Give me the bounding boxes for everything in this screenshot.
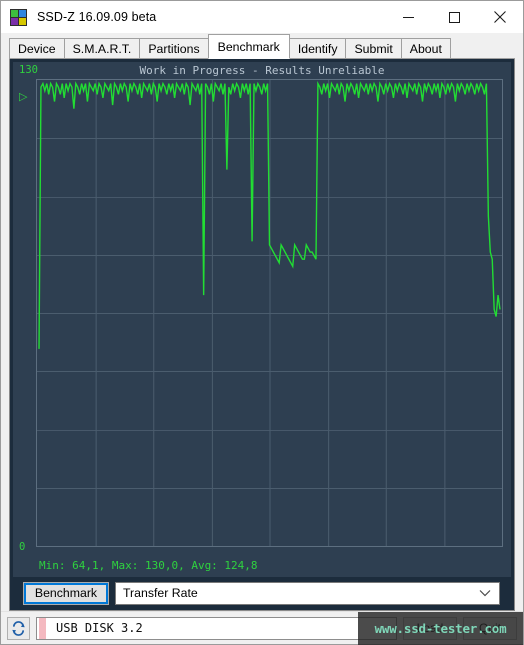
tab-bar: Device S.M.A.R.T. Partitions Benchmark I…	[1, 33, 523, 59]
tab-device[interactable]: Device	[9, 38, 65, 59]
transfer-rate-graph: Work in Progress - Results Unreliable 13…	[13, 62, 511, 577]
ssd-z-logo-icon	[10, 8, 27, 26]
close-icon[interactable]	[477, 1, 523, 33]
tab-identify[interactable]: Identify	[288, 38, 347, 59]
current-position-marker-icon: ▷	[19, 91, 28, 103]
y-axis-max-label: 130	[19, 64, 38, 76]
graph-plot-area	[36, 79, 503, 547]
drive-name-label: USB DISK 3.2	[56, 621, 143, 635]
chevron-down-icon[interactable]	[479, 589, 491, 597]
tab-smart[interactable]: S.M.A.R.T.	[63, 38, 141, 59]
minimize-icon[interactable]	[385, 1, 431, 33]
y-axis-min-label: 0	[19, 541, 26, 553]
refresh-icon[interactable]	[7, 616, 30, 640]
load-button[interactable]: Load	[403, 616, 457, 640]
window-title: SSD-Z 16.09.09 beta	[37, 10, 157, 24]
graph-stats-line: Min: 64,1, Max: 130,0, Avg: 124,8	[39, 559, 258, 572]
ssdz-window: SSD-Z 16.09.09 beta Device S.M.A.R.T. Pa…	[0, 0, 524, 645]
benchmark-controls: Benchmark Transfer Rate	[13, 577, 511, 607]
window-controls	[385, 1, 523, 33]
tab-benchmark[interactable]: Benchmark	[207, 34, 290, 59]
drive-select[interactable]: USB DISK 3.2	[36, 616, 397, 640]
tab-about[interactable]: About	[400, 38, 451, 59]
tab-partitions[interactable]: Partitions	[139, 38, 209, 59]
tab-submit[interactable]: Submit	[345, 38, 402, 59]
graph-status-title: Work in Progress - Results Unreliable	[139, 64, 385, 77]
benchmark-mode-select[interactable]: Transfer Rate	[115, 581, 500, 605]
title-bar: SSD-Z 16.09.09 beta	[1, 1, 523, 33]
graph-trace	[37, 80, 502, 546]
benchmark-panel: Work in Progress - Results Unreliable 13…	[9, 59, 515, 611]
benchmark-button[interactable]: Benchmark	[23, 581, 109, 605]
maximize-icon[interactable]	[431, 1, 477, 33]
benchmark-mode-value: Transfer Rate	[123, 586, 198, 600]
quit-button[interactable]: Quit	[463, 616, 517, 640]
status-bar: USB DISK 3.2 Load Quit www.ssd-tester.co…	[1, 611, 523, 645]
drive-usage-indicator	[39, 617, 46, 639]
